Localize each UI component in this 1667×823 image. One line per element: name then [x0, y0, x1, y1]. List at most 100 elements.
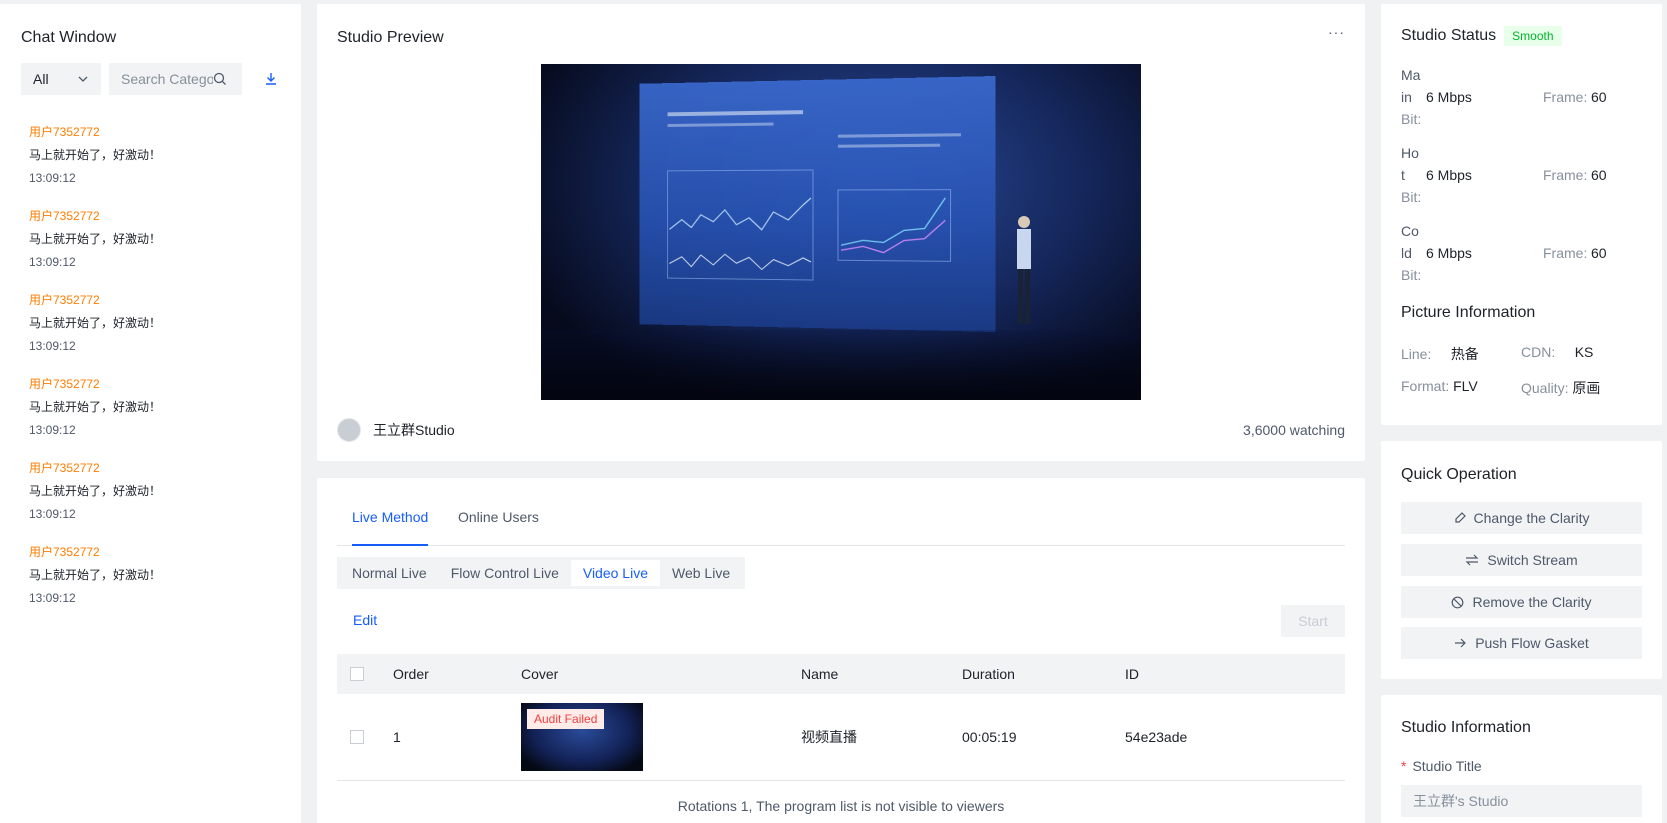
studio-preview-panel: Studio Preview ··· 王立群Studio 3,6000 watc…: [317, 4, 1365, 461]
column-duration: Duration: [962, 666, 1015, 682]
push-flow-gasket-label: Push Flow Gasket: [1475, 635, 1589, 651]
frame-value: 60: [1591, 167, 1607, 183]
more-options-icon[interactable]: ···: [1328, 24, 1345, 40]
chat-user[interactable]: 用户7352772: [29, 458, 161, 478]
category-select-value: All: [33, 71, 49, 87]
chat-title: Chat Window: [21, 29, 117, 46]
frame-label: Frame:: [1543, 245, 1588, 261]
row-duration: 00:05:19: [962, 729, 1017, 745]
format-info: Format: FLV: [1401, 378, 1478, 394]
live-preview-video[interactable]: [541, 64, 1141, 400]
presenter-figure: [1017, 216, 1031, 324]
info-title: Studio Information: [1401, 719, 1531, 736]
column-name: Name: [801, 666, 839, 682]
start-button[interactable]: Start: [1281, 605, 1345, 637]
frame-label: Frame:: [1543, 167, 1588, 183]
chat-text: 马上就开始了，好激动！: [29, 568, 162, 582]
status-badge: Smooth: [1504, 26, 1562, 46]
mode-normal-live[interactable]: Normal Live: [340, 560, 439, 586]
quality-info: Quality: 原画: [1521, 380, 1601, 396]
chat-message: 用户7352772 马上就开始了，好激动！ 13:09:12: [29, 290, 161, 374]
chat-time: 13:09:12: [29, 339, 76, 353]
method-tabs: Live Method Online Users: [337, 508, 1345, 546]
quick-operation-panel: Quick Operation Change the Clarity Switc…: [1381, 441, 1662, 679]
chat-text: 马上就开始了，好激动！: [29, 148, 162, 162]
row-order: 1: [393, 729, 401, 745]
screen-chart-graphic: [639, 110, 961, 332]
bitrate-value: 6 Mbps: [1426, 245, 1472, 261]
table-header: Order Cover Name Duration ID: [337, 654, 1345, 694]
chat-message-list: 用户7352772 马上就开始了，好激动！ 13:09:12 用户7352772 马上…: [29, 122, 161, 626]
chat-time: 13:09:12: [29, 171, 76, 185]
presentation-screen: [639, 76, 996, 332]
stream-label: Ma in Bit:: [1401, 67, 1422, 127]
row-checkbox[interactable]: [350, 730, 364, 744]
main-bitrate-row: Ma in Bit: 6 Mbps Frame: 60: [1401, 64, 1641, 130]
edit-button[interactable]: Edit: [353, 612, 377, 628]
row-cover-thumbnail[interactable]: Audit Failed: [521, 703, 643, 771]
mode-video-live[interactable]: Video Live: [570, 560, 660, 586]
studio-title-label: * Studio Title: [1401, 758, 1482, 774]
column-id: ID: [1125, 666, 1139, 682]
chat-text: 马上就开始了，好激动！: [29, 316, 162, 330]
streamer-avatar[interactable]: [337, 418, 361, 442]
picture-info-title: Picture Information: [1401, 304, 1536, 321]
download-icon[interactable]: [264, 72, 278, 86]
status-header: Studio Status Smooth: [1401, 26, 1562, 46]
select-all-checkbox[interactable]: [350, 667, 364, 681]
change-clarity-button[interactable]: Change the Clarity: [1401, 502, 1642, 534]
studio-information-panel: Studio Information * Studio Title 王立群's S…: [1381, 695, 1662, 823]
search-icon: [213, 72, 226, 85]
studio-status-panel: Studio Status Smooth Ma in Bit: 6 Mbps Fra…: [1381, 4, 1662, 425]
status-title: Studio Status: [1401, 27, 1497, 44]
chat-message: 用户7352772 马上就开始了，好激动！ 13:09:12: [29, 374, 161, 458]
chat-message: 用户7352772 马上就开始了，好激动！ 13:09:12: [29, 458, 161, 542]
chat-user[interactable]: 用户7352772: [29, 290, 161, 310]
chat-time: 13:09:12: [29, 507, 76, 521]
chat-text: 马上就开始了，好激动！: [29, 484, 162, 498]
audit-status-badge: Audit Failed: [527, 709, 605, 729]
row-id: 54e23ade: [1125, 729, 1188, 745]
tab-live-method[interactable]: Live Method: [352, 508, 429, 546]
chat-message: 用户7352772 马上就开始了，好激动！ 13:09:12: [29, 122, 161, 206]
chat-time: 13:09:12: [29, 423, 76, 437]
column-order: Order: [393, 666, 429, 682]
preview-title: Studio Preview: [337, 29, 444, 46]
category-select[interactable]: All: [21, 63, 101, 95]
row-name: 视频直播: [801, 729, 857, 745]
stop-icon: [1452, 596, 1464, 608]
chat-user[interactable]: 用户7352772: [29, 122, 161, 142]
studio-title-input[interactable]: 王立群's Studio: [1401, 785, 1642, 817]
remove-clarity-button[interactable]: Remove the Clarity: [1401, 586, 1642, 618]
tab-online-users[interactable]: Online Users: [458, 508, 539, 546]
cdn-info: CDN: KS: [1521, 344, 1594, 360]
live-mode-group: Normal Live Flow Control Live Video Live…: [337, 557, 746, 589]
frame-value: 60: [1591, 89, 1607, 105]
search-input[interactable]: Search Category: [109, 63, 242, 95]
streamer-name: 王立群Studio: [373, 422, 455, 438]
mode-web-live[interactable]: Web Live: [660, 560, 742, 586]
change-clarity-label: Change the Clarity: [1473, 510, 1590, 526]
chat-user[interactable]: 用户7352772: [29, 542, 161, 562]
mode-flow-control-live[interactable]: Flow Control Live: [439, 560, 571, 586]
chat-user[interactable]: 用户7352772: [29, 206, 161, 226]
switch-stream-button[interactable]: Switch Stream: [1401, 544, 1642, 576]
switch-stream-label: Switch Stream: [1487, 552, 1578, 568]
chat-message: 用户7352772 马上就开始了，好激动！ 13:09:12: [29, 542, 161, 626]
line-info: Line: 热备: [1401, 346, 1479, 362]
search-placeholder: Search Category: [121, 71, 213, 87]
program-table: Order Cover Name Duration ID 1 Audit Fai…: [337, 654, 1345, 781]
frame-label: Frame:: [1543, 89, 1588, 105]
bitrate-value: 6 Mbps: [1426, 167, 1472, 183]
chat-text: 马上就开始了，好激动！: [29, 400, 162, 414]
table-row[interactable]: 1 Audit Failed 视频直播 00:05:19 54e23ade: [337, 694, 1345, 781]
column-cover: Cover: [521, 666, 559, 682]
table-footer-note: Rotations 1, The program list is not vis…: [677, 798, 1005, 814]
bitrate-value: 6 Mbps: [1426, 89, 1472, 105]
push-flow-gasket-button[interactable]: Push Flow Gasket: [1401, 627, 1642, 659]
cold-bitrate-row: Co ld Bit: 6 Mbps Frame: 60: [1401, 220, 1641, 286]
brush-icon: [1454, 512, 1466, 523]
live-method-panel: Live Method Online Users Normal Live Flo…: [317, 478, 1365, 823]
chat-user[interactable]: 用户7352772: [29, 374, 161, 394]
stream-label: Ho t Bit:: [1401, 145, 1422, 205]
